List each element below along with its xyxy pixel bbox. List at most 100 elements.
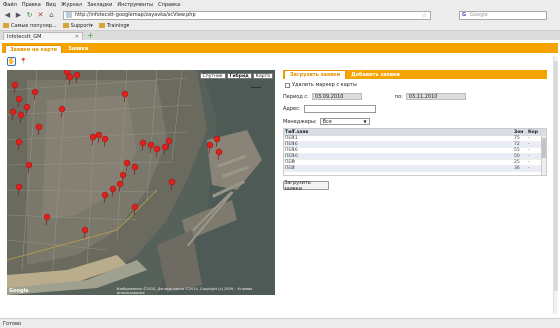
cell-kor: - — [528, 142, 530, 147]
cell-type: ПЕР — [285, 166, 294, 171]
cell-kor: - — [528, 148, 530, 153]
menu-help[interactable]: Справка — [158, 2, 180, 8]
cell-request: 2 — [292, 166, 295, 171]
address-bar[interactable]: http://infotecstt-googlemap/zayavka/scVi… — [63, 10, 431, 20]
bookmark-most-visited[interactable]: Самые популяр... — [3, 23, 57, 29]
map-type-switcher: Спутник Гибрид Карта — [199, 73, 273, 79]
cell-request: 11 — [292, 136, 298, 141]
back-icon[interactable]: ◀ — [3, 11, 12, 20]
map-type-satellite[interactable]: Спутник — [199, 73, 226, 79]
map-type-hybrid[interactable]: Гибрид — [226, 73, 252, 79]
site-favicon — [66, 12, 72, 18]
map-copyright[interactable]: Изображения ©2010, Данные карты ©2010, C… — [117, 287, 275, 295]
cell-type: ПЕР — [285, 142, 294, 147]
managers-label: Менеджеры: — [283, 118, 317, 125]
column-header[interactable]: Кор — [528, 130, 540, 135]
date-to-field[interactable]: 03.11.2010 — [405, 93, 466, 100]
zoom-slider[interactable] — [251, 83, 261, 91]
cell-type: ПЕР — [285, 154, 294, 159]
menu-file[interactable]: Файл — [3, 2, 17, 8]
map-tool-row: ✋ 📍 — [7, 57, 31, 66]
close-icon[interactable]: ✕ — [75, 34, 79, 40]
table-row[interactable]: ПЕР 2 36 - — [284, 166, 546, 172]
cell-kor: - — [528, 136, 530, 141]
tab-requests[interactable]: Заявки — [64, 45, 92, 53]
browser-tab[interactable]: Infotecstt_GM ✕ — [3, 32, 83, 40]
date-to-label: по: — [394, 93, 403, 100]
managers-row: Менеджеры: Все ▼ — [283, 118, 547, 125]
chevron-down-icon: ▾ — [126, 22, 130, 29]
cell-kor: - — [528, 160, 530, 165]
period-row: Период с: 03.09.2010 по: 03.11.2010 — [283, 93, 547, 100]
bookmark-label: Support — [70, 22, 91, 29]
cell-type: ПЕР — [285, 160, 294, 165]
page-content: Заявки на карте Заявки ✋ 📍 Спутник Гибри… — [0, 40, 560, 318]
cell-zone: 72 — [514, 142, 520, 147]
panel-tab-bar: Загрузить заявки Добавить заявки — [283, 70, 547, 79]
cell-request: 0 — [292, 160, 295, 165]
menu-bookmarks[interactable]: Закладки — [87, 2, 112, 8]
column-header[interactable]: Тип — [284, 130, 294, 135]
folder-icon — [98, 23, 105, 28]
bookmark-star-icon[interactable]: ☆ — [422, 12, 427, 19]
forward-icon[interactable]: ▶ — [14, 11, 23, 20]
google-logo: Google — [9, 288, 29, 294]
menu-history[interactable]: Журнал — [61, 2, 82, 8]
managers-select[interactable]: Все ▼ — [319, 118, 370, 125]
bookmark-label: Training — [106, 22, 127, 29]
cell-request: 16 — [292, 142, 298, 147]
map-type-map[interactable]: Карта — [252, 73, 273, 79]
folder-icon — [3, 23, 9, 28]
bookmark-support[interactable]: Support ▾ — [62, 22, 93, 29]
cell-type: ПЕР — [285, 136, 294, 141]
reload-icon[interactable]: ↻ — [25, 11, 34, 20]
column-header[interactable]: Зон — [514, 130, 528, 135]
menu-view[interactable]: Вид — [46, 2, 56, 8]
menu-tools[interactable]: Инструменты — [117, 2, 153, 8]
tab-add-requests[interactable]: Добавить заявки — [346, 70, 405, 79]
satellite-map — [7, 70, 275, 295]
cell-kor: - — [528, 154, 530, 159]
chevron-down-icon: ▾ — [90, 22, 93, 29]
map-footer: Google Изображения ©2010, Данные карты ©… — [7, 287, 275, 295]
address-input[interactable] — [303, 105, 376, 113]
google-search-icon: G — [462, 12, 467, 18]
menu-bar: Файл Правка Вид Журнал Закладки Инструме… — [0, 0, 560, 9]
cell-zone: 75 — [514, 136, 520, 141]
load-requests-button[interactable]: Загрузить заявки — [283, 180, 329, 192]
table-scrollbar[interactable] — [541, 136, 546, 175]
tab-requests-on-map[interactable]: Заявки на карте — [5, 45, 63, 53]
stop-icon[interactable]: ✕ — [36, 11, 45, 20]
period-label: Период с: — [283, 93, 309, 100]
hand-tool-icon[interactable]: ✋ — [7, 57, 16, 66]
cell-zone: 25 — [514, 160, 520, 165]
requests-panel: Загрузить заявки Добавить заявки Удалить… — [283, 70, 547, 295]
search-placeholder: Google — [470, 12, 488, 18]
status-text: Готово — [3, 320, 22, 327]
add-marker-icon[interactable]: 📍 — [19, 57, 28, 66]
tab-load-requests[interactable]: Загрузить заявки — [284, 70, 347, 79]
tab-title: Infotecstt_GM — [7, 33, 42, 40]
status-bar: Готово — [0, 318, 560, 328]
remove-marker-checkbox[interactable] — [285, 82, 290, 88]
requests-table: Тип Т.заяв Зон Кор ПЕР 11 75 - ПЕР 16 72… — [283, 128, 547, 176]
navigation-toolbar: ◀ ▶ ↻ ✕ ⌂ http://infotecstt-googlemap/za… — [0, 9, 560, 21]
bookmark-label: Самые популяр... — [11, 22, 57, 29]
date-from-field[interactable]: 03.09.2010 — [311, 93, 362, 100]
map-view[interactable]: Спутник Гибрид Карта Google Изображения … — [7, 70, 275, 295]
page-scrollbar[interactable] — [553, 56, 558, 314]
search-box[interactable]: G Google — [459, 10, 547, 20]
cell-kor: - — [528, 166, 530, 171]
browser-tab-bar: Infotecstt_GM ✕ + — [0, 31, 560, 40]
managers-selected-value: Все — [322, 118, 332, 125]
cell-request: 16 — [292, 148, 298, 153]
new-tab-icon[interactable]: + — [87, 32, 94, 40]
app-tab-bar: Заявки на карте Заявки — [2, 43, 558, 53]
home-icon[interactable]: ⌂ — [47, 11, 56, 20]
bookmark-training[interactable]: Training ▾ — [98, 22, 130, 29]
remove-marker-label: Удалить маркер с карты — [292, 82, 357, 88]
menu-edit[interactable]: Правка — [22, 2, 41, 8]
cell-type: ПЕР — [285, 148, 294, 153]
cell-zone: 36 — [514, 166, 520, 171]
column-header[interactable]: Т.заяв — [292, 130, 312, 135]
